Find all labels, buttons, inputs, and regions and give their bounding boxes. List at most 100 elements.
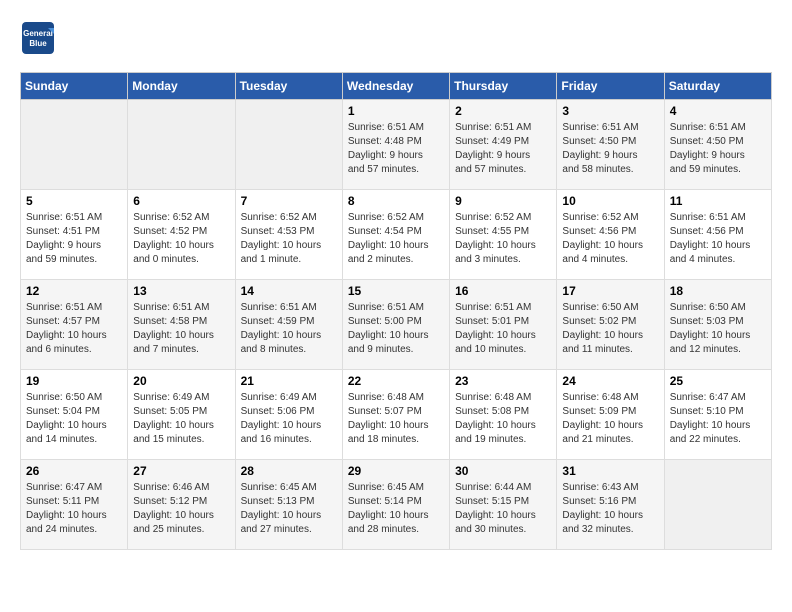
calendar-week-row: 19 Sunrise: 6:50 AMSunset: 5:04 PMDayligh… — [21, 370, 772, 460]
calendar-cell: 31Sunrise: 6:43 AMSunset: 5:16 PMDayligh… — [557, 460, 664, 550]
calendar-cell — [235, 100, 342, 190]
calendar-cell: 30 Sunrise: 6:44 AMSunset: 5:15 PMDayligh… — [450, 460, 557, 550]
day-number: 29 — [348, 464, 444, 478]
calendar-cell: 15 Sunrise: 6:51 AMSunset: 5:00 PMDayligh… — [342, 280, 449, 370]
day-info: Sunrise: 6:45 AMSunset: 5:14 PMDaylight:… — [348, 481, 444, 537]
day-number: 25 — [670, 374, 766, 388]
day-number: 1 — [348, 104, 444, 118]
day-number: 16 — [455, 284, 551, 298]
day-number: 5 — [26, 194, 122, 208]
day-info: Sunrise: 6:48 AMSunset: 5:07 PMDaylight:… — [348, 391, 444, 447]
calendar-table: SundayMondayTuesdayWednesdayThursdayFrid… — [20, 72, 772, 550]
calendar-cell: 9 Sunrise: 6:52 AMSunset: 4:55 PMDaylight… — [450, 190, 557, 280]
calendar-cell: 14 Sunrise: 6:51 AMSunset: 4:59 PMDayligh… — [235, 280, 342, 370]
weekday-header: Tuesday — [235, 73, 342, 100]
day-number: 15 — [348, 284, 444, 298]
calendar-cell: 23 Sunrise: 6:48 AMSunset: 5:08 PMDayligh… — [450, 370, 557, 460]
header-row: SundayMondayTuesdayWednesdayThursdayFrid… — [21, 73, 772, 100]
day-number: 9 — [455, 194, 551, 208]
day-info: Sunrise: 6:44 AMSunset: 5:15 PMDaylight:… — [455, 481, 551, 537]
day-info: Sunrise: 6:47 AMSunset: 5:11 PMDaylight:… — [26, 481, 122, 537]
calendar-cell: 29 Sunrise: 6:45 AMSunset: 5:14 PMDayligh… — [342, 460, 449, 550]
calendar-cell: 8 Sunrise: 6:52 AMSunset: 4:54 PMDaylight… — [342, 190, 449, 280]
day-info: Sunrise: 6:51 AMSunset: 4:50 PMDaylight:… — [562, 121, 658, 177]
weekday-header: Wednesday — [342, 73, 449, 100]
calendar-cell: 25 Sunrise: 6:47 AMSunset: 5:10 PMDayligh… — [664, 370, 771, 460]
calendar-cell: 1 Sunrise: 6:51 AMSunset: 4:48 PMDaylight… — [342, 100, 449, 190]
day-info: Sunrise: 6:51 AMSunset: 4:57 PMDaylight:… — [26, 301, 122, 357]
day-number: 3 — [562, 104, 658, 118]
day-info: Sunrise: 6:51 AMSunset: 4:58 PMDaylight:… — [133, 301, 229, 357]
calendar-cell: 2 Sunrise: 6:51 AMSunset: 4:49 PMDaylight… — [450, 100, 557, 190]
day-info: Sunrise: 6:46 AMSunset: 5:12 PMDaylight:… — [133, 481, 229, 537]
day-number: 20 — [133, 374, 229, 388]
day-number: 21 — [241, 374, 337, 388]
day-number: 19 — [26, 374, 122, 388]
calendar-body: 1 Sunrise: 6:51 AMSunset: 4:48 PMDaylight… — [21, 100, 772, 550]
calendar-cell — [21, 100, 128, 190]
weekday-header: Saturday — [664, 73, 771, 100]
day-number: 17 — [562, 284, 658, 298]
calendar-cell: 10 Sunrise: 6:52 AMSunset: 4:56 PMDayligh… — [557, 190, 664, 280]
day-number: 26 — [26, 464, 122, 478]
calendar-week-row: 12 Sunrise: 6:51 AMSunset: 4:57 PMDayligh… — [21, 280, 772, 370]
calendar-cell: 4Sunrise: 6:51 AMSunset: 4:50 PMDaylight… — [664, 100, 771, 190]
calendar-cell: 17 Sunrise: 6:50 AMSunset: 5:02 PMDayligh… — [557, 280, 664, 370]
day-number: 7 — [241, 194, 337, 208]
calendar-cell: 19 Sunrise: 6:50 AMSunset: 5:04 PMDayligh… — [21, 370, 128, 460]
day-info: Sunrise: 6:45 AMSunset: 5:13 PMDaylight:… — [241, 481, 337, 537]
day-number: 22 — [348, 374, 444, 388]
day-info: Sunrise: 6:51 AMSunset: 4:59 PMDaylight:… — [241, 301, 337, 357]
day-info: Sunrise: 6:47 AMSunset: 5:10 PMDaylight:… — [670, 391, 766, 447]
day-number: 14 — [241, 284, 337, 298]
day-info: Sunrise: 6:51 AMSunset: 4:48 PMDaylight:… — [348, 121, 444, 177]
calendar-cell — [128, 100, 235, 190]
day-info: Sunrise: 6:49 AMSunset: 5:05 PMDaylight:… — [133, 391, 229, 447]
calendar-cell: 3 Sunrise: 6:51 AMSunset: 4:50 PMDaylight… — [557, 100, 664, 190]
logo: General Blue — [20, 20, 60, 56]
day-number: 10 — [562, 194, 658, 208]
day-info: Sunrise: 6:51 AMSunset: 5:01 PMDaylight:… — [455, 301, 551, 357]
calendar-header: SundayMondayTuesdayWednesdayThursdayFrid… — [21, 73, 772, 100]
day-info: Sunrise: 6:52 AMSunset: 4:56 PMDaylight:… — [562, 211, 658, 267]
day-info: Sunrise: 6:51 AMSunset: 5:00 PMDaylight:… — [348, 301, 444, 357]
day-info: Sunrise: 6:48 AMSunset: 5:09 PMDaylight:… — [562, 391, 658, 447]
day-info: Sunrise: 6:48 AMSunset: 5:08 PMDaylight:… — [455, 391, 551, 447]
day-info: Sunrise: 6:52 AMSunset: 4:53 PMDaylight:… — [241, 211, 337, 267]
day-number: 6 — [133, 194, 229, 208]
day-info: Sunrise: 6:51 AMSunset: 4:56 PMDaylight:… — [670, 211, 766, 267]
day-number: 31 — [562, 464, 658, 478]
day-number: 2 — [455, 104, 551, 118]
calendar-cell: 20 Sunrise: 6:49 AMSunset: 5:05 PMDayligh… — [128, 370, 235, 460]
day-info: Sunrise: 6:50 AMSunset: 5:02 PMDaylight:… — [562, 301, 658, 357]
day-number: 12 — [26, 284, 122, 298]
day-number: 28 — [241, 464, 337, 478]
day-number: 23 — [455, 374, 551, 388]
weekday-header: Thursday — [450, 73, 557, 100]
day-info: Sunrise: 6:51 AMSunset: 4:49 PMDaylight:… — [455, 121, 551, 177]
calendar-cell: 26 Sunrise: 6:47 AMSunset: 5:11 PMDayligh… — [21, 460, 128, 550]
day-info: Sunrise: 6:50 AMSunset: 5:03 PMDaylight:… — [670, 301, 766, 357]
calendar-cell: 12 Sunrise: 6:51 AMSunset: 4:57 PMDayligh… — [21, 280, 128, 370]
day-number: 11 — [670, 194, 766, 208]
calendar-cell: 24Sunrise: 6:48 AMSunset: 5:09 PMDayligh… — [557, 370, 664, 460]
day-number: 8 — [348, 194, 444, 208]
weekday-header: Sunday — [21, 73, 128, 100]
logo-icon: General Blue — [20, 20, 56, 56]
calendar-cell: 6 Sunrise: 6:52 AMSunset: 4:52 PMDaylight… — [128, 190, 235, 280]
calendar-cell: 18 Sunrise: 6:50 AMSunset: 5:03 PMDayligh… — [664, 280, 771, 370]
day-info: Sunrise: 6:50 AMSunset: 5:04 PMDaylight:… — [26, 391, 122, 447]
day-number: 18 — [670, 284, 766, 298]
calendar-cell: 13 Sunrise: 6:51 AMSunset: 4:58 PMDayligh… — [128, 280, 235, 370]
day-number: 13 — [133, 284, 229, 298]
calendar-week-row: 26 Sunrise: 6:47 AMSunset: 5:11 PMDayligh… — [21, 460, 772, 550]
day-number: 30 — [455, 464, 551, 478]
calendar-cell: 7 Sunrise: 6:52 AMSunset: 4:53 PMDaylight… — [235, 190, 342, 280]
day-info: Sunrise: 6:52 AMSunset: 4:54 PMDaylight:… — [348, 211, 444, 267]
day-info: Sunrise: 6:52 AMSunset: 4:55 PMDaylight:… — [455, 211, 551, 267]
page-header: General Blue — [20, 20, 772, 56]
calendar-cell: 21Sunrise: 6:49 AMSunset: 5:06 PMDayligh… — [235, 370, 342, 460]
weekday-header: Friday — [557, 73, 664, 100]
day-info: Sunrise: 6:52 AMSunset: 4:52 PMDaylight:… — [133, 211, 229, 267]
calendar-cell — [664, 460, 771, 550]
